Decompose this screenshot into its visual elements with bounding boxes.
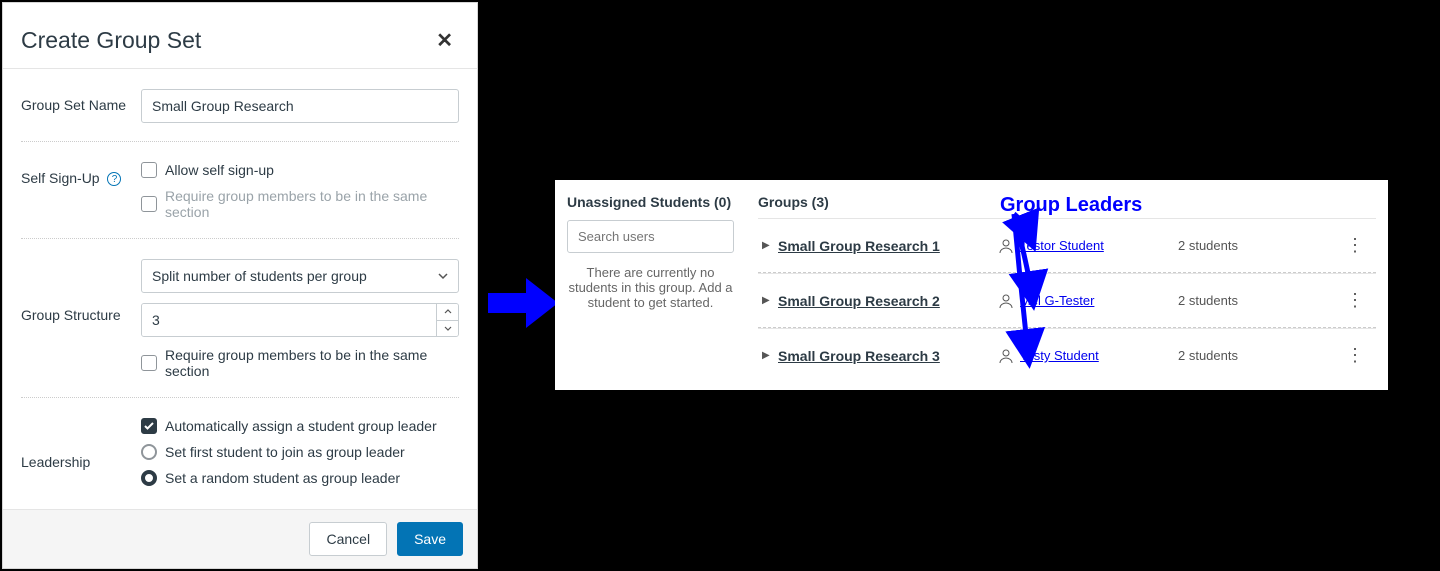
chevron-down-icon — [444, 326, 452, 331]
section-group-structure: Group Structure Split number of students… — [21, 239, 459, 398]
expand-icon[interactable]: ▶ — [762, 350, 778, 361]
help-icon[interactable]: ? — [107, 172, 121, 186]
signup-same-section-label: Require group members to be in the same … — [165, 188, 459, 220]
unassigned-title: Unassigned Students (0) — [567, 194, 734, 210]
expand-icon[interactable]: ▶ — [762, 240, 778, 251]
annotation-label: Group Leaders — [1000, 194, 1142, 217]
annotation-arrow-icon — [480, 268, 560, 338]
row-menu-icon[interactable]: ⋮ — [1338, 290, 1372, 311]
group-leader-link[interactable]: Mel G-Tester — [1020, 293, 1094, 308]
label-self-signup: Self Sign-Up ? — [21, 162, 141, 186]
student-count: 2 students — [1178, 238, 1338, 253]
allow-self-signup-label: Allow self sign-up — [165, 162, 274, 178]
groups-panel: Unassigned Students (0) There are curren… — [555, 180, 1388, 390]
checkbox-icon[interactable] — [141, 418, 157, 434]
dialog-footer: Cancel Save — [3, 509, 477, 568]
chevron-up-icon — [444, 309, 452, 314]
dialog-body: Group Set Name Self Sign-Up ? Allow self… — [3, 69, 477, 509]
structure-same-section-label: Require group members to be in the same … — [165, 347, 459, 379]
group-leader-cell: Testy Student — [998, 348, 1178, 364]
label-group-set-name: Group Set Name — [21, 89, 141, 113]
chevron-down-icon — [438, 271, 448, 281]
leader-random-radio-row[interactable]: Set a random student as group leader — [141, 470, 459, 486]
unassigned-column: Unassigned Students (0) There are curren… — [555, 180, 746, 390]
auto-assign-leader-label: Automatically assign a student group lea… — [165, 418, 437, 434]
group-row: ▶ Small Group Research 3 Testy Student 2… — [758, 328, 1376, 382]
leader-first-radio-row[interactable]: Set first student to join as group leade… — [141, 444, 459, 460]
section-group-set-name: Group Set Name — [21, 69, 459, 142]
row-menu-icon[interactable]: ⋮ — [1338, 235, 1372, 256]
person-icon — [998, 238, 1014, 254]
step-up-button[interactable] — [437, 304, 458, 321]
structure-select[interactable]: Split number of students per group — [141, 259, 459, 293]
radio-icon[interactable] — [141, 470, 157, 486]
group-row: ▶ Small Group Research 1 Testor Student … — [758, 218, 1376, 273]
group-count-input[interactable] — [142, 304, 436, 336]
person-icon — [998, 348, 1014, 364]
label-leadership: Leadership — [21, 418, 141, 470]
checkbox-icon[interactable] — [141, 162, 157, 178]
group-set-name-input[interactable] — [141, 89, 459, 123]
step-down-button[interactable] — [437, 321, 458, 337]
structure-select-value: Split number of students per group — [152, 268, 367, 284]
row-menu-icon[interactable]: ⋮ — [1338, 345, 1372, 366]
checkbox-icon[interactable] — [141, 355, 157, 371]
label-group-structure: Group Structure — [21, 259, 141, 323]
unassigned-empty-message: There are currently no students in this … — [567, 265, 734, 310]
structure-same-section-row[interactable]: Require group members to be in the same … — [141, 347, 459, 379]
leader-random-label: Set a random student as group leader — [165, 470, 400, 486]
expand-icon[interactable]: ▶ — [762, 295, 778, 306]
create-group-set-dialog: Create Group Set ✕ Group Set Name Self S… — [2, 2, 478, 569]
group-name-link[interactable]: Small Group Research 1 — [778, 238, 998, 254]
person-icon — [998, 293, 1014, 309]
section-leadership: Leadership Automatically assign a studen… — [21, 398, 459, 504]
leader-first-label: Set first student to join as group leade… — [165, 444, 405, 460]
group-row: ▶ Small Group Research 2 Mel G-Tester 2 … — [758, 273, 1376, 328]
dialog-title: Create Group Set — [21, 27, 201, 54]
group-name-link[interactable]: Small Group Research 3 — [778, 348, 998, 364]
allow-self-signup-row[interactable]: Allow self sign-up — [141, 162, 459, 178]
group-leader-cell: Testor Student — [998, 238, 1178, 254]
group-leader-link[interactable]: Testy Student — [1020, 348, 1099, 363]
group-leader-cell: Mel G-Tester — [998, 293, 1178, 309]
student-count: 2 students — [1178, 293, 1338, 308]
cancel-button[interactable]: Cancel — [309, 522, 387, 556]
group-count-stepper[interactable] — [141, 303, 459, 337]
save-button[interactable]: Save — [397, 522, 463, 556]
student-count: 2 students — [1178, 348, 1338, 363]
auto-assign-leader-row[interactable]: Automatically assign a student group lea… — [141, 418, 459, 434]
dialog-header: Create Group Set ✕ — [3, 3, 477, 69]
radio-icon[interactable] — [141, 444, 157, 460]
close-icon[interactable]: ✕ — [430, 31, 459, 51]
search-users-input[interactable] — [567, 220, 734, 253]
group-leader-link[interactable]: Testor Student — [1020, 238, 1104, 253]
section-self-signup: Self Sign-Up ? Allow self sign-up Requir… — [21, 142, 459, 239]
group-name-link[interactable]: Small Group Research 2 — [778, 293, 998, 309]
checkbox-icon[interactable] — [141, 196, 157, 212]
signup-same-section-row[interactable]: Require group members to be in the same … — [141, 188, 459, 220]
